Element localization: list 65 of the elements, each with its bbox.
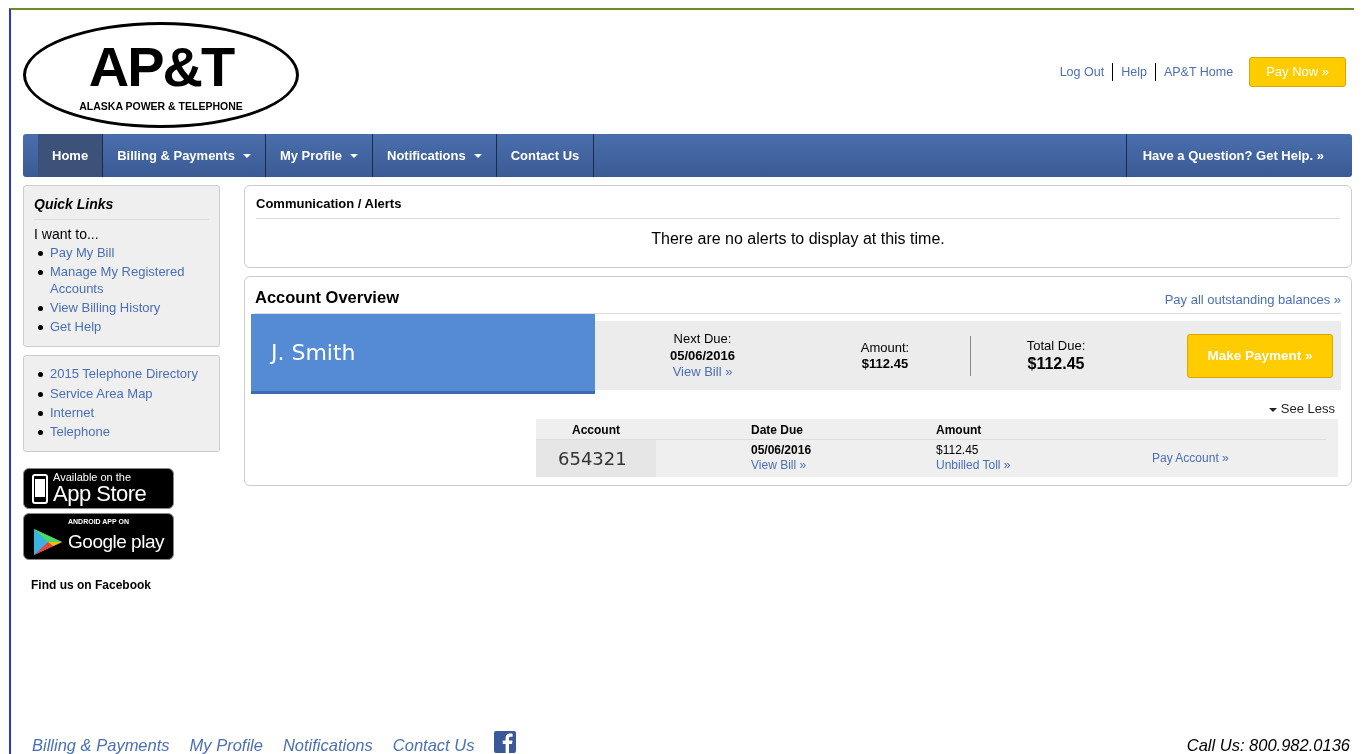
caret-icon — [1268, 407, 1277, 412]
stat-label: Amount: — [859, 339, 911, 356]
column-header: Date Due — [750, 421, 804, 439]
side-link[interactable]: Internet — [50, 404, 95, 421]
pay-account-link[interactable]: Pay Account » — [1152, 449, 1229, 468]
badge-title: Google play — [68, 529, 164, 554]
account-number: 654321 — [536, 439, 656, 477]
bullet-icon — [38, 270, 43, 276]
quick-link[interactable]: View Billing History — [50, 299, 161, 316]
logo-name: ALASKA POWER & TELEPHONE — [79, 99, 243, 115]
view-bill-link[interactable]: View Bill » — [672, 363, 733, 379]
quick-link[interactable]: Pay My Bill — [50, 245, 115, 262]
intro-text: I want to... — [34, 225, 100, 244]
bullet-icon — [38, 325, 43, 330]
bullet-icon — [38, 391, 43, 397]
footer-link[interactable]: Contact Us — [392, 733, 475, 754]
bullet-icon — [38, 410, 43, 416]
column-header: Amount — [936, 421, 983, 439]
header-link[interactable]: Help — [1112, 62, 1155, 82]
footer-link[interactable]: Notifications — [282, 733, 373, 754]
footer-link[interactable]: Billing & Payments — [32, 733, 170, 754]
play-icon — [33, 528, 64, 556]
bullet-icon — [38, 305, 43, 311]
nav-tab[interactable]: Notifications — [373, 134, 497, 177]
pay-all-link[interactable]: Pay all outstanding balances » — [1164, 289, 1341, 310]
alert-message: There are no alerts to display at this time. — [650, 228, 946, 249]
table-cell-text: 05/06/2016 — [751, 443, 813, 459]
logo-mark: AP&T — [88, 34, 234, 100]
nav-tab[interactable]: Contact Us — [496, 134, 595, 177]
header-link[interactable]: AP&T Home — [1154, 62, 1242, 82]
side-link[interactable]: Service Area Map — [50, 385, 153, 402]
footer-link[interactable]: My Profile — [189, 733, 263, 754]
side-link[interactable]: Telephone — [50, 424, 110, 441]
nav-tab[interactable]: Home — [38, 134, 104, 177]
stat-value: 05/06/2016 — [668, 347, 737, 364]
panel-title: Communication / Alerts — [256, 194, 1340, 219]
bullet-icon — [38, 251, 43, 256]
help-link[interactable]: Have a Question? Get Help. » — [1125, 134, 1352, 177]
nav-tab[interactable]: My Profile — [265, 134, 373, 177]
stat-label: Next Due: — [672, 331, 733, 348]
quick-link[interactable]: Get Help — [50, 319, 102, 336]
unbilled-toll-link[interactable]: Unbilled Toll » — [936, 458, 1011, 473]
panel-title: Quick Links — [34, 194, 209, 220]
phone-icon — [32, 473, 48, 504]
column-header: Account — [571, 421, 621, 439]
panel-title: Account Overview — [255, 286, 399, 308]
facebook-label: Find us on Facebook — [31, 577, 152, 595]
stat-label: Total Due: — [1025, 337, 1087, 354]
phone-number: Call Us: 800.982.0136 — [1186, 735, 1350, 754]
stat-value: $112.45 — [860, 355, 910, 372]
table-cell-text: $112.45 — [936, 443, 980, 459]
bullet-icon — [38, 372, 43, 378]
nav-tab[interactable]: Billing & Payments — [103, 134, 266, 177]
badge-caption: Available on the — [53, 472, 133, 484]
quick-link[interactable]: Manage My Registered Accounts — [50, 264, 209, 297]
header-link[interactable]: Log Out — [1051, 62, 1113, 82]
app-store-badge[interactable]: Available on the App Store — [23, 468, 174, 510]
view-bill-link[interactable]: View Bill » — [751, 458, 807, 473]
facebook-icon[interactable] — [494, 730, 517, 753]
see-less-toggle[interactable]: See Less — [1268, 399, 1335, 419]
bullet-icon — [38, 430, 43, 435]
customer-name: J. Smith — [251, 314, 595, 392]
stat-value: $112.45 — [1026, 353, 1086, 374]
side-link[interactable]: 2015 Telephone Directory — [50, 366, 198, 383]
badge-title: App Store — [53, 483, 147, 506]
